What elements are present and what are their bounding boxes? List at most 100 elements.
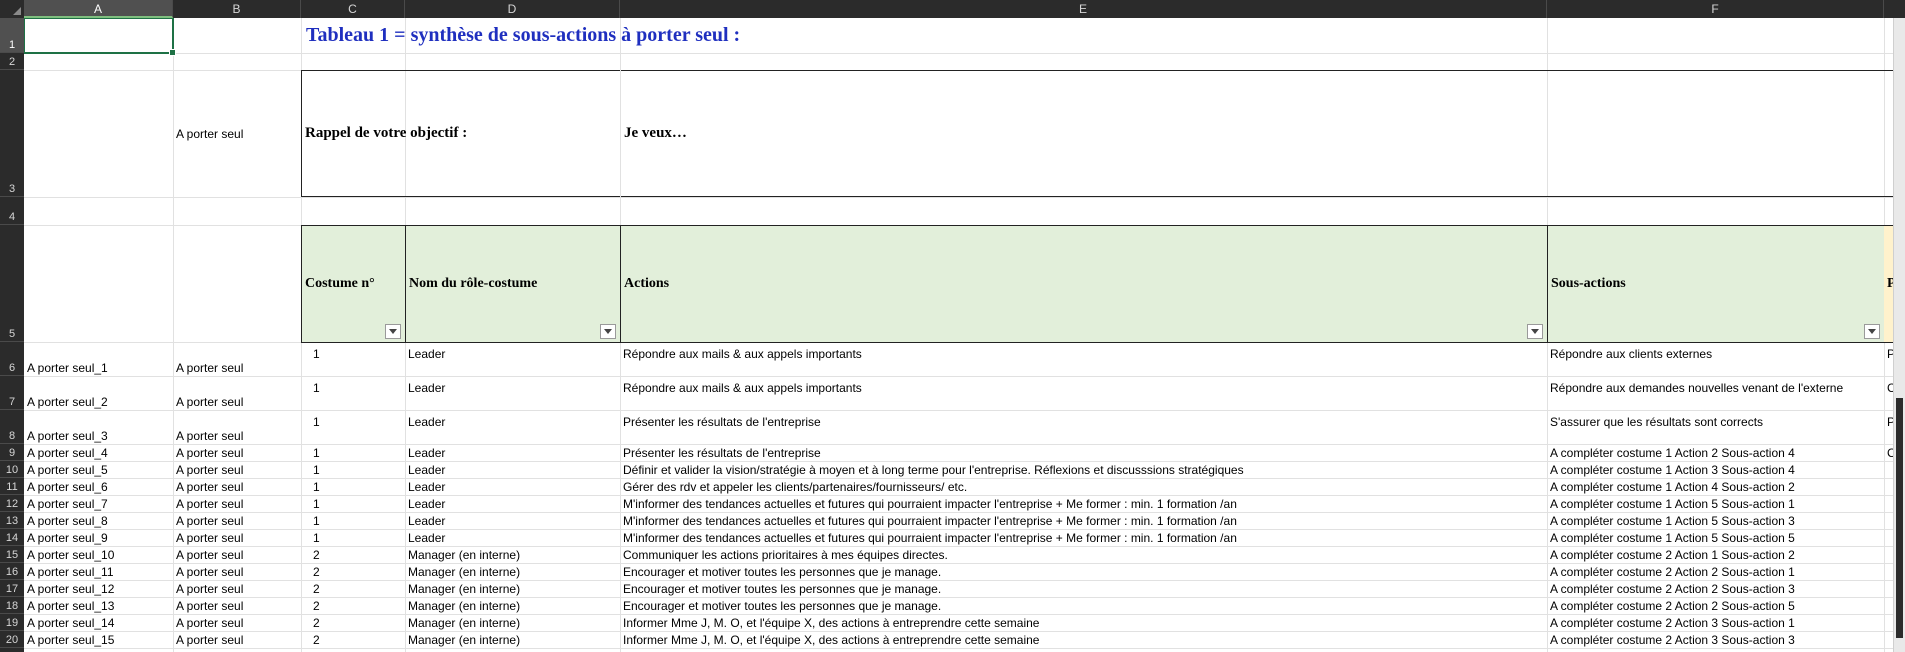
row-header-4[interactable]: 4	[0, 197, 24, 225]
row-header-8[interactable]: 8	[0, 410, 24, 444]
select-all-corner[interactable]	[0, 0, 25, 18]
cell-sous-action[interactable]: A compléter costume 1 Action 5 Sous-acti…	[1547, 512, 1884, 529]
column-header-b[interactable]: B	[173, 0, 301, 18]
cell-action[interactable]: M'informer des tendances actuelles et fu…	[620, 495, 1547, 512]
cell-sous-action[interactable]: A compléter costume 1 Action 3 Sous-acti…	[1547, 461, 1884, 478]
row-header-5[interactable]: 5	[0, 225, 24, 342]
cell-type[interactable]: A porter seul	[173, 461, 301, 478]
cell-sous-action[interactable]: A compléter costume 2 Action 3 Sous-acti…	[1547, 631, 1884, 648]
cell-costume[interactable]: 2	[301, 597, 405, 614]
cell-role[interactable]: Manager (en interne)	[405, 563, 620, 580]
cell-role[interactable]: Manager (en interne)	[405, 597, 620, 614]
cell-role[interactable]: Leader	[405, 444, 620, 461]
cell-role[interactable]: Leader	[405, 495, 620, 512]
row-header-1[interactable]: 1	[0, 18, 24, 53]
cell-type[interactable]: A porter seul	[173, 597, 301, 614]
column-header-e[interactable]: E	[620, 0, 1547, 18]
cell-id[interactable]: A porter seul_5	[24, 461, 173, 478]
active-cell-a1[interactable]	[24, 18, 176, 56]
cell-role[interactable]: Manager (en interne)	[405, 546, 620, 563]
cell-type[interactable]: A porter seul	[173, 410, 301, 444]
cell-type[interactable]: A porter seul	[173, 580, 301, 597]
cell-id[interactable]: A porter seul_9	[24, 529, 173, 546]
cell-sous-action[interactable]: A compléter costume 2 Action 3 Sous-acti…	[1547, 614, 1884, 631]
cell-type[interactable]: A porter seul	[173, 376, 301, 410]
cell-role[interactable]: Leader	[405, 461, 620, 478]
cell-sous-action[interactable]: A compléter costume 1 Action 5 Sous-acti…	[1547, 529, 1884, 546]
filter-dropdown-icon[interactable]	[385, 324, 401, 339]
cell-role[interactable]: Leader	[405, 342, 620, 376]
column-header-c[interactable]: C	[301, 0, 405, 18]
cell-costume[interactable]: 1	[301, 529, 405, 546]
cell-sous-action[interactable]: A compléter costume 2 Action 2 Sous-acti…	[1547, 597, 1884, 614]
cell-action[interactable]: Définir et valider la vision/stratégie à…	[620, 461, 1547, 478]
cell-costume[interactable]: 2	[301, 563, 405, 580]
cell-costume[interactable]: 1	[301, 342, 405, 376]
cell-costume[interactable]: 2	[301, 631, 405, 648]
column-header-a[interactable]: A	[24, 0, 173, 18]
row-header-17[interactable]: 17	[0, 580, 24, 597]
cell-type[interactable]: A porter seul	[173, 631, 301, 648]
cell-costume[interactable]: 1	[301, 495, 405, 512]
cell-action[interactable]: Informer Mme J, M. O, et l'équipe X, des…	[620, 631, 1547, 648]
scrollbar-thumb[interactable]	[1896, 398, 1903, 638]
row-header-15[interactable]: 15	[0, 546, 24, 563]
cell-costume[interactable]: 1	[301, 461, 405, 478]
cell-action[interactable]: Gérer des rdv et appeler les clients/par…	[620, 478, 1547, 495]
cell-action[interactable]: Présenter les résultats de l'entreprise	[620, 444, 1547, 461]
cell-costume[interactable]: 2	[301, 614, 405, 631]
cell-id[interactable]: A porter seul_7	[24, 495, 173, 512]
cell-role[interactable]: Leader	[405, 410, 620, 444]
row-header-13[interactable]: 13	[0, 512, 24, 529]
cell-costume[interactable]: 2	[301, 546, 405, 563]
cell-id[interactable]: A porter seul_1	[24, 342, 173, 376]
filter-dropdown-icon[interactable]	[1864, 324, 1880, 339]
cell-costume[interactable]: 2	[301, 580, 405, 597]
cell-action[interactable]: Encourager et motiver toutes les personn…	[620, 597, 1547, 614]
column-header-f[interactable]: F	[1547, 0, 1884, 18]
cell-id[interactable]: A porter seul_13	[24, 597, 173, 614]
row-header-6[interactable]: 6	[0, 342, 24, 376]
row-header-11[interactable]: 11	[0, 478, 24, 495]
filter-dropdown-icon[interactable]	[600, 324, 616, 339]
cell-type[interactable]: A porter seul	[173, 529, 301, 546]
spreadsheet-grid[interactable]: Tableau 1 = synthèse de sous-actions à p…	[24, 18, 1894, 652]
column-header-d[interactable]: D	[405, 0, 620, 18]
row-header-19[interactable]: 19	[0, 614, 24, 631]
row-header-18[interactable]: 18	[0, 597, 24, 614]
cell-type[interactable]: A porter seul	[173, 444, 301, 461]
cell-role[interactable]: Leader	[405, 512, 620, 529]
cell-type[interactable]: A porter seul	[173, 495, 301, 512]
cell-type[interactable]: A porter seul	[173, 614, 301, 631]
cell-action[interactable]: Encourager et motiver toutes les personn…	[620, 563, 1547, 580]
cell-action[interactable]: Présenter les résultats de l'entreprise	[620, 410, 1547, 444]
cell-action[interactable]: Informer Mme J, M. O, et l'équipe X, des…	[620, 614, 1547, 631]
cell-type[interactable]: A porter seul	[173, 563, 301, 580]
cell-costume[interactable]: 1	[301, 478, 405, 495]
cell-action[interactable]: Communiquer les actions prioritaires à m…	[620, 546, 1547, 563]
cell-role[interactable]: Leader	[405, 529, 620, 546]
filter-dropdown-icon[interactable]	[1527, 324, 1543, 339]
cell-action[interactable]: Répondre aux mails & aux appels importan…	[620, 342, 1547, 376]
row-header-10[interactable]: 10	[0, 461, 24, 478]
cell-action[interactable]: M'informer des tendances actuelles et fu…	[620, 512, 1547, 529]
cell-id[interactable]: A porter seul_8	[24, 512, 173, 529]
cell-sous-action[interactable]: A compléter costume 1 Action 2 Sous-acti…	[1547, 444, 1884, 461]
cell-id[interactable]: A porter seul_6	[24, 478, 173, 495]
cell-action[interactable]: Répondre aux mails & aux appels importan…	[620, 376, 1547, 410]
cell-type[interactable]: A porter seul	[173, 342, 301, 376]
cell-costume[interactable]: 1	[301, 376, 405, 410]
cell-id[interactable]: A porter seul_15	[24, 631, 173, 648]
row-header-14[interactable]: 14	[0, 529, 24, 546]
cell-costume[interactable]: 1	[301, 512, 405, 529]
cell-role[interactable]: Manager (en interne)	[405, 614, 620, 631]
cell-id[interactable]: A porter seul_2	[24, 376, 173, 410]
row-header-7[interactable]: 7	[0, 376, 24, 410]
objective-value[interactable]: Je veux…	[621, 70, 1221, 197]
row-header-2[interactable]: 2	[0, 53, 24, 70]
cell-sous-action[interactable]: A compléter costume 2 Action 2 Sous-acti…	[1547, 563, 1884, 580]
cell-role[interactable]: Manager (en interne)	[405, 631, 620, 648]
cell-type[interactable]: A porter seul	[173, 512, 301, 529]
row-header-9[interactable]: 9	[0, 444, 24, 461]
cell-sous-action[interactable]: A compléter costume 2 Action 1 Sous-acti…	[1547, 546, 1884, 563]
